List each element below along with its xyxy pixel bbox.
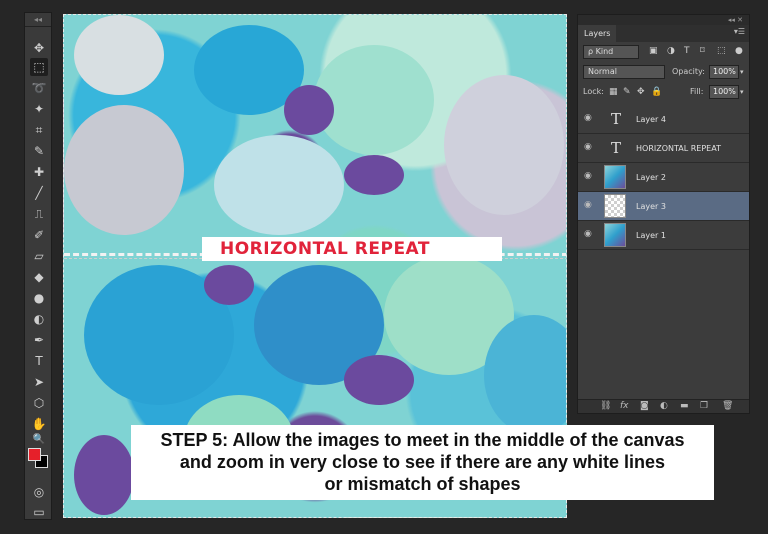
fill-label: Fill: [690,87,704,96]
caption-line-1: STEP 5: Allow the images to meet in the … [160,430,685,450]
eyedropper-tool-icon[interactable]: ✎ [30,142,48,160]
visibility-eye-icon[interactable]: ◉ [584,171,592,181]
trash-icon[interactable]: 🗑 [722,401,733,411]
healing-brush-tool-icon[interactable]: ✚ [30,163,48,181]
blend-mode-select[interactable]: Normal [583,65,665,79]
shape-tool-icon[interactable]: ⬡ [30,394,48,412]
adjustment-icon[interactable]: ◐ [660,401,668,411]
caption-line-3: or mismatch of shapes [324,474,521,494]
fill-input[interactable]: 100% [709,85,739,99]
link-icon[interactable]: ⛓ [600,401,611,411]
flower-petal [74,15,164,95]
opacity-label: Opacity: [672,67,705,76]
layer-name: Layer 4 [636,115,666,124]
layer-thumbnail [604,223,626,247]
flower-petal [214,135,344,235]
opacity-dropdown-icon[interactable]: ▾ [740,65,744,79]
filter-pixel-icon[interactable]: ▣ [649,46,658,56]
brush-tool-icon[interactable]: ╱ [30,184,48,202]
mask-icon[interactable]: ◙ [640,401,649,411]
visibility-eye-icon[interactable]: ◉ [584,200,592,210]
lasso-tool-icon[interactable]: ➰ [30,79,48,97]
filter-shape-icon[interactable]: ⌑ [700,46,705,56]
zoom-tool-icon[interactable]: 🔍 [30,431,48,449]
marquee-tool-icon[interactable]: ⬚ [30,58,48,76]
quick-mask-icon[interactable]: ◎ [30,483,48,501]
flower-petal [64,105,184,235]
flower-petal [444,75,564,215]
blur-tool-icon[interactable]: ● [30,289,48,307]
crop-tool-icon[interactable]: ⌗ [30,121,48,139]
layer-name: Layer 3 [636,202,666,211]
layers-panel-footer: ⛓ fx ◙ ◐ ▬ ❐ 🗑 [578,399,749,413]
layer-name: HORIZONTAL REPEAT [636,144,721,153]
layer-row-horizontal-repeat[interactable]: ◉ T HORIZONTAL REPEAT [578,134,749,163]
lock-transparent-icon[interactable]: ▦ [609,85,618,99]
layer-name: Layer 2 [636,173,666,182]
flower-leaf [344,355,414,405]
layers-panel: ◂◂ ✕ Layers ▾☰ ρ Kind ▣ ◑ T ⌑ ⬚ ● Normal… [577,14,750,414]
flower-leaf [344,155,404,195]
horizontal-repeat-label: HORIZONTAL REPEAT [202,237,502,261]
layer-thumbnail [604,165,626,189]
foreground-color-swatch[interactable] [28,448,41,461]
visibility-eye-icon[interactable]: ◉ [584,113,592,123]
layer-row-layer-2[interactable]: ◉ Layer 2 [578,163,749,192]
flower-leaf [74,435,134,515]
dodge-tool-icon[interactable]: ◐ [30,310,48,328]
layer-row-layer-1[interactable]: ◉ Layer 1 [578,221,749,250]
folder-icon[interactable]: ▬ [680,401,689,411]
tab-layers[interactable]: Layers [578,25,617,42]
lock-position-icon[interactable]: ✥ [637,85,645,99]
lock-pixels-icon[interactable]: ✎ [623,85,631,99]
panel-tabs: Layers ▾☰ [578,25,749,42]
fx-icon[interactable]: fx [620,401,629,411]
flower-leaf [284,85,334,135]
history-brush-tool-icon[interactable]: ✐ [30,226,48,244]
filter-smart-object-icon[interactable]: ⬚ [717,46,726,56]
type-tool-icon[interactable]: T [30,352,48,370]
flower-leaf [204,265,254,305]
layers-list: ◉ T Layer 4 ◉ T HORIZONTAL REPEAT ◉ Laye… [578,105,749,250]
lock-all-icon[interactable]: 🔒 [651,85,662,99]
text-layer-icon: T [610,139,621,157]
panel-menu-icon[interactable]: ▾☰ [734,27,745,36]
lock-label: Lock: [583,87,604,96]
opacity-input[interactable]: 100% [709,65,739,79]
screen-mode-icon[interactable]: ▭ [30,503,48,521]
layer-row-layer-3[interactable]: ◉ Layer 3 [578,192,749,221]
pen-tool-icon[interactable]: ✒ [30,331,48,349]
filter-type-icon[interactable]: T [684,46,690,56]
layer-name: Layer 1 [636,231,666,240]
new-layer-icon[interactable]: ❐ [700,401,708,411]
caption-line-2: and zoom in very close to see if there a… [179,452,666,472]
layer-row-layer-4[interactable]: ◉ T Layer 4 [578,105,749,134]
move-tool-icon[interactable]: ✥ [30,39,48,57]
step-caption: STEP 5: Allow the images to meet in the … [131,425,714,500]
fill-dropdown-icon[interactable]: ▾ [740,85,744,99]
blend-row: Normal Opacity: 100% ▾ [583,65,746,79]
paint-bucket-tool-icon[interactable]: ◆ [30,268,48,286]
filter-kind-select[interactable]: ρ Kind [583,45,639,59]
visibility-eye-icon[interactable]: ◉ [584,142,592,152]
filter-toggle-icon[interactable]: ● [735,46,743,56]
path-selection-tool-icon[interactable]: ➤ [30,373,48,391]
toolbar-grip[interactable]: ◂◂ [25,13,51,27]
text-layer-icon: T [610,110,621,128]
filter-adjustment-icon[interactable]: ◑ [667,46,675,56]
eraser-tool-icon[interactable]: ▱ [30,247,48,265]
horizontal-repeat-text: HORIZONTAL REPEAT [220,239,430,259]
panel-top-controls[interactable]: ◂◂ ✕ [578,15,749,25]
tools-panel: ◂◂ ✥ ⬚ ➰ ✦ ⌗ ✎ ✚ ╱ ⎍ ✐ ▱ ◆ ● ◐ ✒ T ➤ ⬡ ✋… [24,12,52,520]
lock-row: Lock: ▦ ✎ ✥ 🔒 Fill: 100% ▾ [583,85,746,99]
visibility-eye-icon[interactable]: ◉ [584,229,592,239]
layer-thumbnail [604,194,626,218]
clone-stamp-tool-icon[interactable]: ⎍ [30,205,48,223]
magic-wand-tool-icon[interactable]: ✦ [30,100,48,118]
